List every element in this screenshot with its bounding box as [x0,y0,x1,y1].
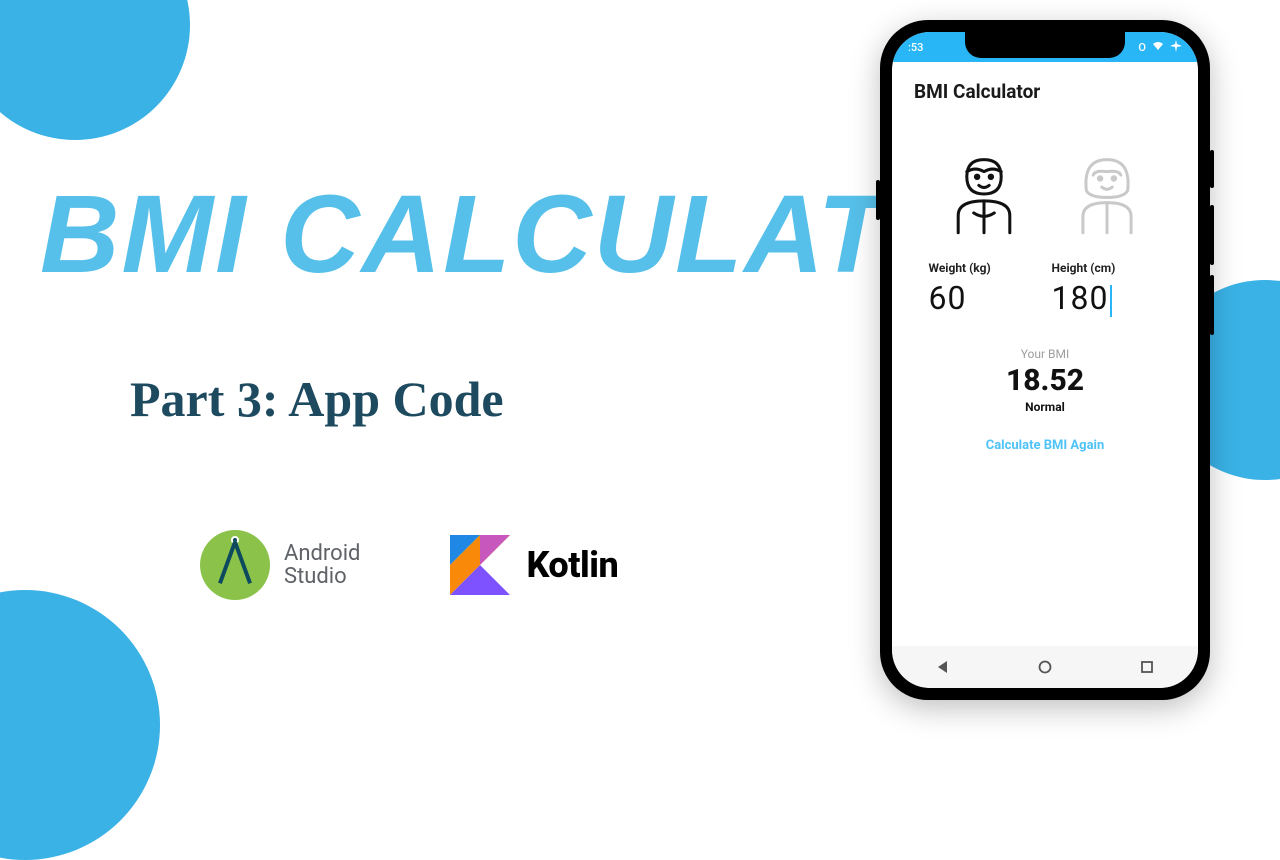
phone-side-button-1 [1210,150,1214,188]
nav-back-button[interactable] [934,658,952,676]
nav-recent-button[interactable] [1138,658,1156,676]
result-value: 18.52 [892,363,1198,398]
phone-side-button-2 [1210,205,1214,265]
wifi-icon [1152,41,1164,54]
decor-circle-bottom-left [0,590,160,860]
logo-row: Android Studio Kotlin [200,530,618,600]
nav-home-button[interactable] [1036,658,1054,676]
male-avatar-icon [941,151,1027,237]
android-nav-bar [892,646,1198,688]
result-block: Your BMI 18.52 Normal [892,325,1198,420]
gender-female-button[interactable] [1064,151,1150,237]
kotlin-logo: Kotlin [450,535,618,595]
weight-input[interactable]: 60 [929,279,1039,317]
female-avatar-icon [1064,151,1150,237]
height-label: Height (cm) [1052,261,1162,275]
status-indicator-icon: O [1138,41,1146,54]
height-input[interactable]: 180 [1052,279,1162,317]
android-studio-label: Android Studio [284,542,360,588]
status-time: :53 [908,41,923,54]
text-cursor [1110,285,1112,317]
android-studio-logo: Android Studio [200,530,360,600]
weight-input-group: Weight (kg) 60 [929,261,1039,317]
weight-label: Weight (kg) [929,261,1039,275]
phone-screen: :53 O BMI Calculator [892,32,1198,688]
height-input-group: Height (cm) 180 [1052,261,1162,317]
phone-left-button [876,180,880,220]
phone-mockup: :53 O BMI Calculator [880,20,1210,700]
android-studio-icon [200,530,270,600]
kotlin-icon [450,535,510,595]
result-label: Your BMI [892,347,1198,361]
airplane-icon [1170,40,1182,55]
gender-male-button[interactable] [941,151,1027,237]
decor-circle-top-left [0,0,190,140]
phone-side-button-3 [1210,275,1214,335]
kotlin-label: Kotlin [526,544,618,586]
app-title: BMI Calculator [892,62,1198,111]
phone-notch [965,32,1125,58]
subtitle: Part 3: App Code [130,370,504,428]
calculate-again-button[interactable]: Calculate BMI Again [892,438,1198,453]
result-status: Normal [892,400,1198,414]
